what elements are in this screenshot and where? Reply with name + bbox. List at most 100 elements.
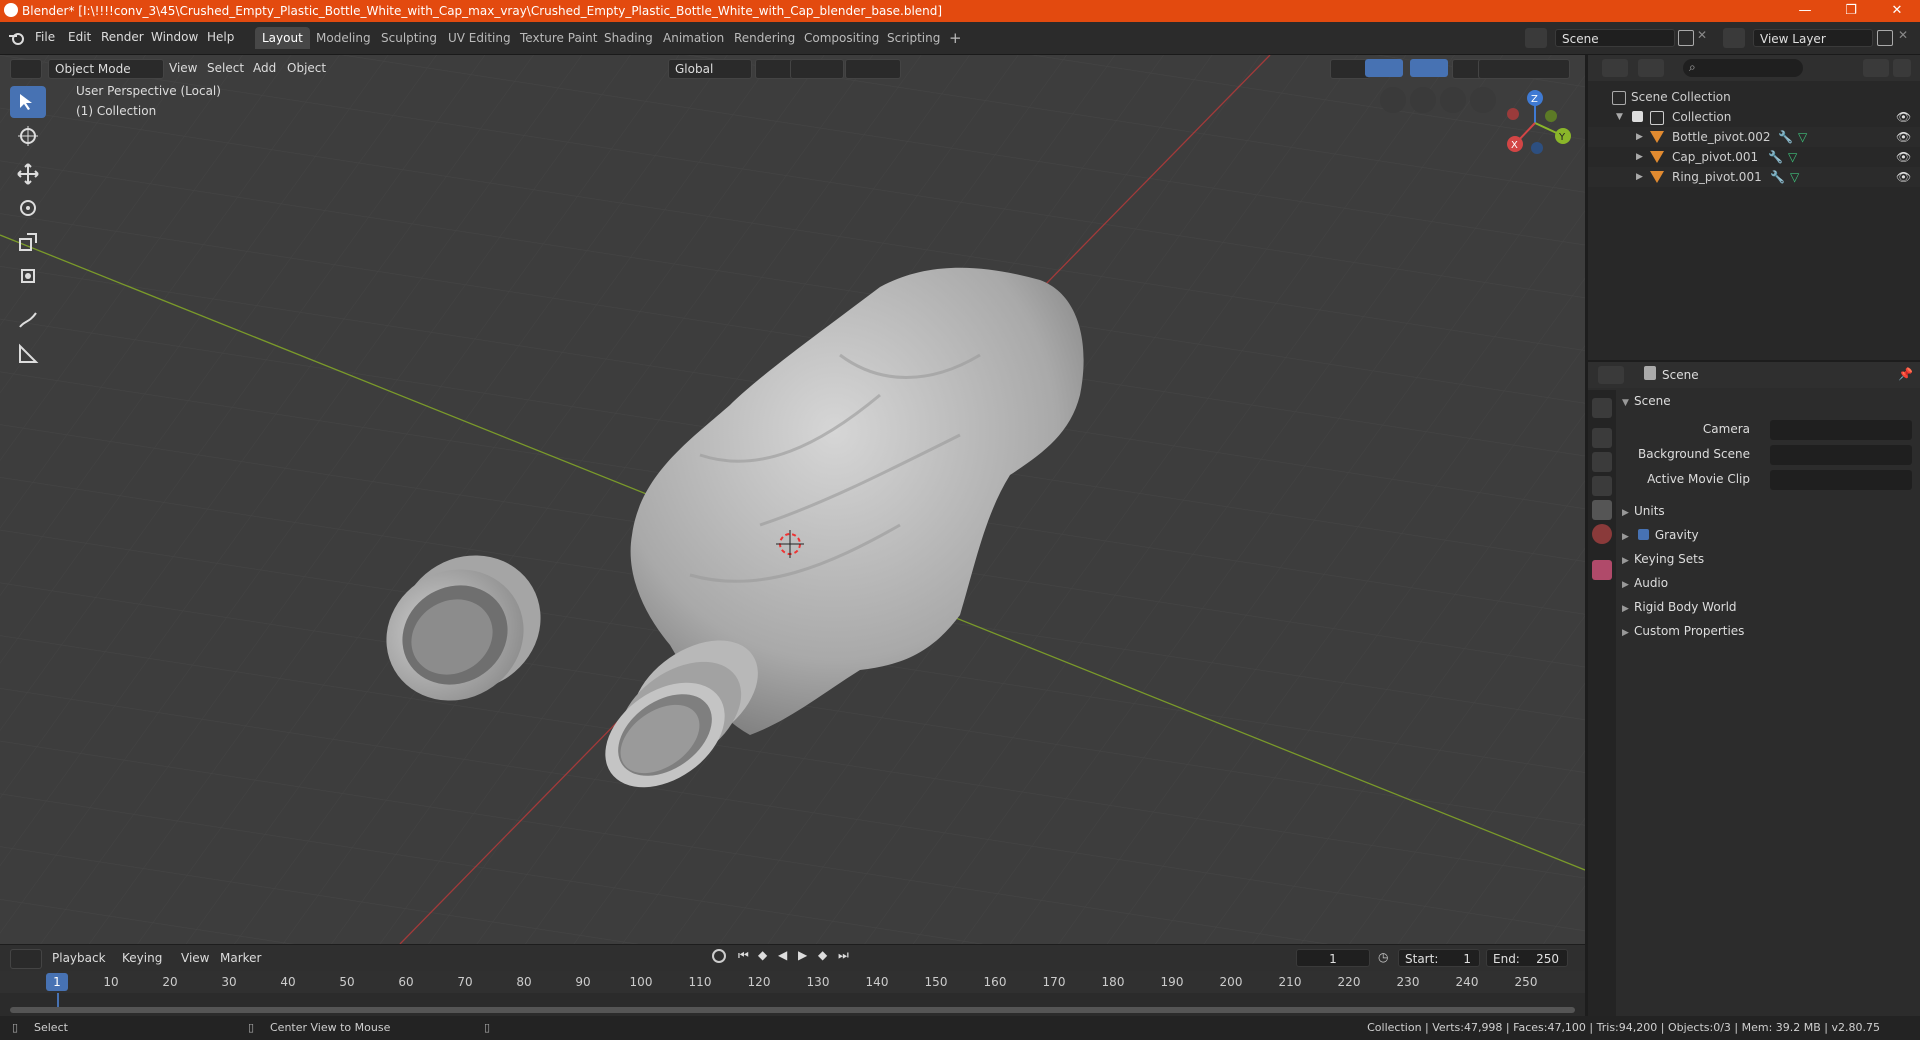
tab-animation[interactable]: Animation (656, 27, 731, 49)
rotate-tool[interactable] (10, 192, 46, 224)
annotate-tool[interactable] (10, 304, 46, 336)
gizmo-toggle-icon[interactable] (1365, 59, 1403, 77)
output-tab-icon[interactable] (1592, 452, 1612, 472)
measure-tool[interactable] (10, 338, 46, 370)
jump-start-icon[interactable]: ⏮ (738, 948, 749, 963)
active-movie-clip-field[interactable] (1770, 470, 1912, 490)
expand-down-icon[interactable]: ▼ (1616, 107, 1623, 127)
close-button[interactable]: ✕ (1874, 0, 1920, 22)
outliner-row-cap[interactable]: ▶ Cap_pivot.001 🔧 ▽ 👁 (1588, 147, 1920, 167)
eye-icon[interactable]: 👁 (1896, 107, 1911, 127)
background-scene-field[interactable] (1770, 445, 1912, 465)
modifier-wrench-icon[interactable]: 🔧 (1770, 167, 1785, 187)
eye-icon[interactable]: 👁 (1896, 147, 1911, 167)
timeline-ruler[interactable]: 1 10 20 30 40 50 60 70 80 90 100 110 120… (0, 971, 1585, 993)
menu-view[interactable]: View (163, 59, 203, 77)
record-icon[interactable] (712, 949, 726, 963)
maximize-button[interactable]: ❐ (1828, 0, 1874, 22)
tab-rendering[interactable]: Rendering (727, 27, 802, 49)
outliner-row-collection[interactable]: ▼ Collection 👁 (1588, 107, 1920, 127)
outliner-search-input[interactable]: ⌕ (1683, 59, 1803, 77)
gravity-checkbox[interactable] (1637, 529, 1649, 540)
expand-right-icon[interactable]: ▶ (1636, 167, 1643, 187)
view-layer-browse-icon[interactable] (1723, 28, 1745, 48)
display-mode-icon[interactable] (1638, 59, 1664, 77)
tab-uv-editing[interactable]: UV Editing (441, 27, 518, 49)
remove-scene-icon[interactable]: ✕ (1697, 28, 1707, 42)
modifier-wrench-icon[interactable]: 🔧 (1768, 147, 1783, 167)
play-icon[interactable]: ▶ (798, 948, 807, 962)
menu-object[interactable]: Object (281, 59, 332, 77)
eye-icon[interactable]: 👁 (1896, 127, 1911, 147)
timeline-editor-type-icon[interactable] (10, 949, 42, 969)
mesh-data-icon[interactable]: ▽ (1788, 147, 1797, 167)
tool-tab-icon[interactable] (1592, 398, 1612, 418)
keying-sets-panel-header[interactable]: ▶ Keying Sets (1622, 548, 1912, 570)
scene-panel-header[interactable]: ▼ Scene (1622, 390, 1912, 412)
world-tab-icon[interactable] (1592, 524, 1612, 544)
menu-file[interactable]: File (35, 30, 55, 44)
custom-properties-panel-header[interactable]: ▶ Custom Properties (1622, 620, 1912, 642)
mesh-data-icon[interactable]: ▽ (1790, 167, 1799, 187)
outliner-row-ring[interactable]: ▶ Ring_pivot.001 🔧 ▽ 👁 (1588, 167, 1920, 187)
menu-edit[interactable]: Edit (68, 30, 91, 44)
prev-keyframe-icon[interactable]: ◆ (758, 948, 767, 962)
timeline-scrollbar[interactable] (10, 1007, 1575, 1013)
audio-panel-header[interactable]: ▶ Audio (1622, 572, 1912, 594)
menu-playback[interactable]: Playback (46, 949, 112, 967)
cursor-tool[interactable] (10, 120, 46, 152)
pivot-point-icon[interactable] (755, 59, 793, 79)
exclude-checkbox[interactable] (1632, 111, 1643, 122)
minimize-button[interactable]: — (1782, 0, 1828, 22)
jump-end-icon[interactable]: ⏭ (838, 948, 849, 963)
move-tool[interactable] (10, 158, 46, 190)
filter-icon[interactable] (1863, 59, 1889, 77)
overlay-toggle-icon[interactable] (1410, 59, 1448, 77)
transform-tool[interactable] (10, 260, 46, 292)
scene-browse-icon[interactable] (1525, 28, 1547, 48)
gravity-panel-header[interactable]: ▶ Gravity (1622, 524, 1912, 546)
select-box-tool[interactable] (10, 86, 46, 118)
editor-type-icon[interactable] (10, 59, 42, 79)
modifier-wrench-icon[interactable]: 🔧 (1778, 127, 1793, 147)
start-frame-field[interactable]: Start: 1 (1398, 949, 1480, 967)
scene-field[interactable]: Scene (1555, 29, 1675, 47)
eye-icon[interactable]: 👁 (1896, 167, 1911, 187)
add-workspace-button[interactable]: + (942, 27, 969, 49)
next-keyframe-icon[interactable]: ◆ (818, 948, 827, 962)
zoom-icon[interactable] (1470, 87, 1496, 113)
transform-orientation-dropdown[interactable]: Global (668, 59, 752, 79)
outliner-row-bottle[interactable]: ▶ Bottle_pivot.002 🔧 ▽ 👁 (1588, 127, 1920, 147)
units-panel-header[interactable]: ▶ Units (1622, 500, 1912, 522)
new-scene-icon[interactable] (1678, 30, 1694, 46)
new-view-layer-icon[interactable] (1877, 30, 1893, 46)
tab-texture-paint[interactable]: Texture Paint (513, 27, 604, 49)
snap-icon[interactable] (790, 59, 844, 79)
end-frame-field[interactable]: End: 250 (1486, 949, 1568, 967)
tab-compositing[interactable]: Compositing (797, 27, 886, 49)
view-layer-tab-icon[interactable] (1592, 476, 1612, 496)
menu-timeline-view[interactable]: View (175, 949, 215, 967)
proportional-edit-icon[interactable] (845, 59, 901, 79)
rigid-body-world-panel-header[interactable]: ▶ Rigid Body World (1622, 596, 1912, 618)
camera-view-icon[interactable] (1410, 87, 1436, 113)
expand-right-icon[interactable]: ▶ (1636, 127, 1643, 147)
current-frame-field[interactable]: 1 (1296, 949, 1370, 967)
view-layer-field[interactable]: View Layer (1753, 29, 1873, 47)
menu-render[interactable]: Render (101, 30, 144, 44)
navigation-gizmo[interactable]: Z Y X (1495, 88, 1575, 158)
blender-menu-icon[interactable] (8, 30, 26, 46)
menu-help[interactable]: Help (207, 30, 234, 44)
tab-layout[interactable]: Layout (255, 27, 310, 49)
tab-scripting[interactable]: Scripting (880, 27, 947, 49)
shading-mode-icons[interactable] (1478, 59, 1570, 79)
visibility-icon[interactable] (1330, 59, 1370, 79)
tab-shading[interactable]: Shading (597, 27, 660, 49)
tab-modeling[interactable]: Modeling (309, 27, 378, 49)
3d-viewport[interactable] (0, 55, 1585, 944)
texture-tab-icon[interactable] (1592, 560, 1612, 580)
pin-icon[interactable]: 📌 (1898, 367, 1913, 381)
scene-tab-icon[interactable] (1592, 500, 1612, 520)
mode-dropdown[interactable]: Object Mode (48, 59, 164, 79)
menu-keying[interactable]: Keying (116, 949, 168, 967)
